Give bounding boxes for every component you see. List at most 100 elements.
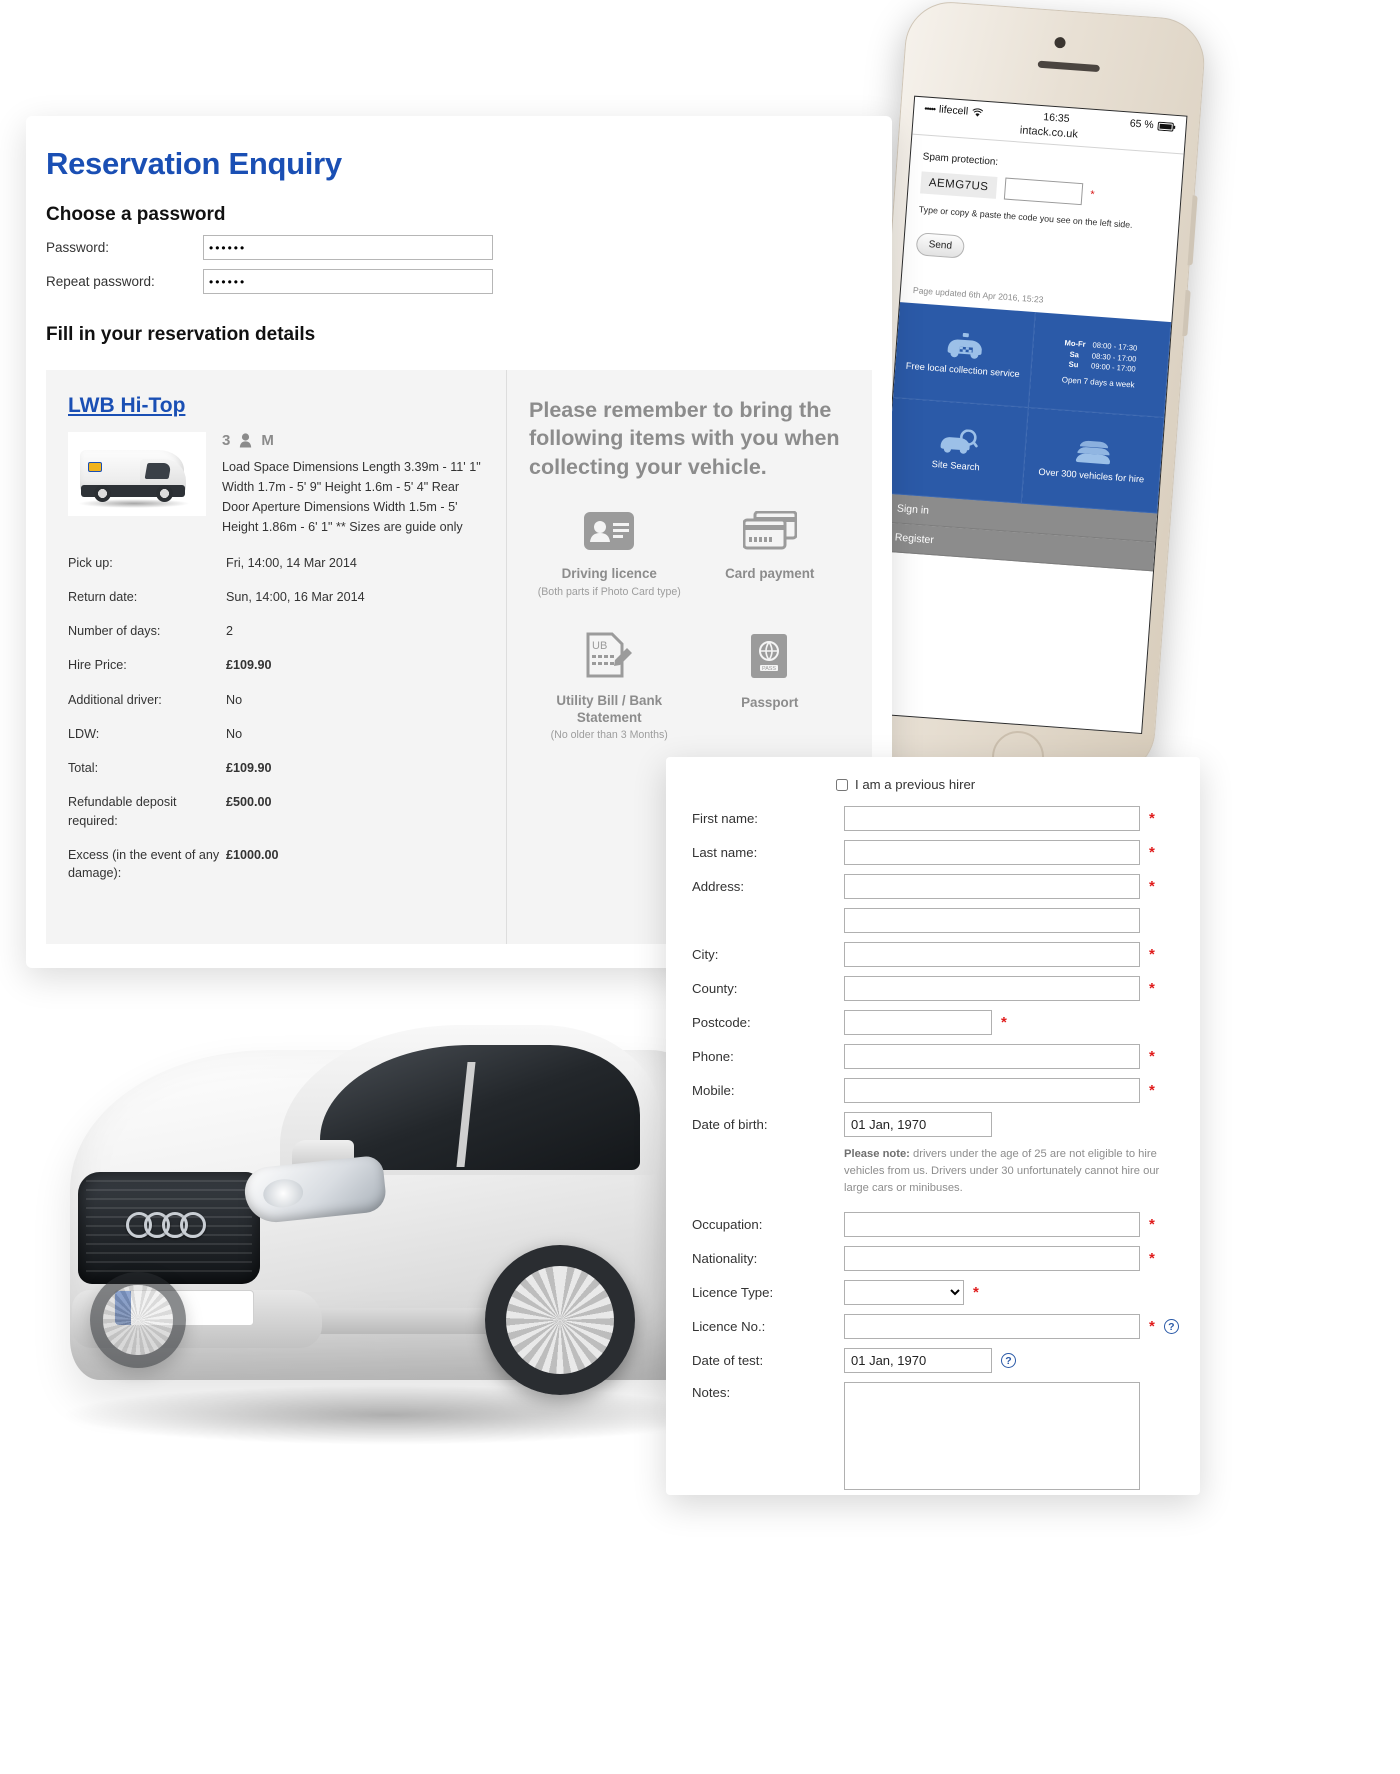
- van-rear-wheel: [94, 485, 111, 502]
- detail-value: £109.90: [226, 656, 272, 674]
- address-line1-input[interactable]: [844, 874, 1140, 899]
- password-input[interactable]: [203, 235, 493, 260]
- first-name-input[interactable]: [844, 806, 1140, 831]
- required-marker: *: [1149, 980, 1155, 997]
- opening-hours-table: Mo-Fr 08:00 - 17:30 Sa 08:30 - 17:00 Su …: [1063, 338, 1138, 374]
- address-line2-input[interactable]: [844, 908, 1140, 933]
- detail-value: 2: [226, 622, 233, 640]
- vehicle-description: Load Space Dimensions Length 3.39m - 11'…: [222, 458, 488, 538]
- detail-row-additional-driver: Additional driver: No: [68, 691, 488, 709]
- date-of-birth-input[interactable]: [844, 1112, 992, 1137]
- licence-type-select[interactable]: [844, 1280, 964, 1305]
- field-label: Mobile:: [692, 1083, 844, 1098]
- carrier-name: lifecell: [939, 104, 969, 118]
- required-marker: *: [1149, 946, 1155, 963]
- tile-label: Over 300 vehicles for hire: [1038, 466, 1145, 485]
- repeat-password-input[interactable]: [203, 269, 493, 294]
- required-marker: *: [1149, 878, 1155, 895]
- field-label: Address:: [692, 879, 844, 894]
- battery-percent: 65 %: [1129, 118, 1154, 132]
- field-label: City:: [692, 947, 844, 962]
- bring-item-name: Driving licence: [529, 565, 690, 582]
- tile-opening-hours[interactable]: Mo-Fr 08:00 - 17:30 Sa 08:30 - 17:00 Su …: [1029, 312, 1172, 418]
- car-search-icon: [936, 427, 980, 456]
- phone-screen: ••••• lifecell 16:35 65 % intack.co.uk: [869, 96, 1188, 734]
- vehicle-meta: 3 M Load Space Dimensions Length 3.39m -…: [222, 432, 488, 538]
- hours-day: Mo-Fr: [1064, 338, 1086, 349]
- field-row-date-of-test: Date of test: ?: [666, 1348, 1200, 1373]
- vehicle-seats: 3: [222, 432, 230, 449]
- field-row-last-name: Last name: *: [666, 840, 1200, 865]
- phone-mockup: ••••• lifecell 16:35 65 % intack.co.uk: [853, 0, 1238, 781]
- licence-no-input[interactable]: [844, 1314, 1140, 1339]
- tile-over-300-vehicles[interactable]: Over 300 vehicles for hire: [1022, 408, 1165, 514]
- password-row: Password:: [26, 226, 892, 260]
- hours-day: Sa: [1063, 349, 1085, 360]
- signal-dots-icon: •••••: [924, 103, 935, 114]
- detail-row-hire-price: Hire Price: £109.90: [68, 656, 488, 674]
- postcode-input[interactable]: [844, 1010, 992, 1035]
- tile-label: Site Search: [931, 458, 980, 473]
- bring-item-utility-bill: UB Utility Bill / Bank Statement (No old…: [529, 632, 690, 742]
- last-name-input[interactable]: [844, 840, 1140, 865]
- tile-label: Open 7 days a week: [1061, 375, 1134, 390]
- detail-value: £1000.00: [226, 846, 279, 883]
- help-question-icon[interactable]: ?: [1001, 1353, 1016, 1368]
- van-front-wheel: [156, 485, 173, 502]
- occupation-input[interactable]: [844, 1212, 1140, 1237]
- field-label: Licence Type:: [692, 1285, 844, 1300]
- bring-item-name: Utility Bill / Bank Statement: [529, 692, 690, 727]
- field-row-licence-no: Licence No.: * ?: [666, 1314, 1200, 1339]
- audi-car-photo: [30, 990, 760, 1510]
- field-label: First name:: [692, 811, 844, 826]
- nationality-input[interactable]: [844, 1246, 1140, 1271]
- vehicle-summary-row: 3 M Load Space Dimensions Length 3.39m -…: [68, 432, 488, 538]
- tile-site-search[interactable]: Site Search: [886, 398, 1029, 504]
- vehicle-transmission: M: [261, 432, 274, 449]
- detail-row-excess: Excess (in the event of any damage): £10…: [68, 846, 488, 883]
- vehicle-capacity: 3 M: [222, 432, 488, 449]
- captcha-input[interactable]: [1004, 178, 1083, 206]
- hours-time: 09:00 - 17:00: [1091, 361, 1136, 374]
- required-marker: *: [1149, 1048, 1155, 1065]
- hours-day: Su: [1063, 359, 1085, 370]
- detail-label: Total:: [68, 759, 226, 777]
- detail-label: LDW:: [68, 725, 226, 743]
- field-row-notes: Notes:: [666, 1382, 1200, 1490]
- detail-label: Additional driver:: [68, 691, 226, 709]
- detail-value: Fri, 14:00, 14 Mar 2014: [226, 554, 357, 572]
- notes-textarea[interactable]: [844, 1382, 1140, 1490]
- page-title: Reservation Enquiry: [26, 116, 892, 182]
- utility-bill-icon: UB: [585, 632, 633, 678]
- hirer-details-form-card: I am a previous hirer First name: * Last…: [666, 757, 1200, 1495]
- spam-help-text: Type or copy & paste the code you see on…: [918, 204, 1166, 234]
- detail-label: Excess (in the event of any damage):: [68, 846, 226, 883]
- date-of-birth-note: Please note: drivers under the age of 25…: [844, 1146, 1164, 1196]
- bring-item-sub: (No older than 3 Months): [529, 729, 690, 741]
- mobile-input[interactable]: [844, 1078, 1140, 1103]
- vehicle-name-link[interactable]: LWB Hi-Top: [68, 394, 185, 417]
- detail-row-ldw: LDW: No: [68, 725, 488, 743]
- taxi-icon: [943, 331, 987, 360]
- help-question-icon[interactable]: ?: [1164, 1319, 1179, 1334]
- detail-label: Return date:: [68, 588, 226, 606]
- repeat-password-label: Repeat password:: [46, 274, 203, 289]
- county-input[interactable]: [844, 976, 1140, 1001]
- van-window: [145, 463, 172, 479]
- phone-input[interactable]: [844, 1044, 1140, 1069]
- city-input[interactable]: [844, 942, 1140, 967]
- previous-hirer-checkbox[interactable]: [836, 779, 848, 791]
- passport-icon: PASS: [748, 632, 792, 680]
- field-label: Last name:: [692, 845, 844, 860]
- send-button[interactable]: Send: [916, 232, 966, 258]
- bring-item-sub: (Both parts if Photo Card type): [529, 586, 690, 598]
- detail-label: Refundable deposit required:: [68, 793, 226, 830]
- phone-tile-grid: Free local collection service Mo-Fr 08:0…: [886, 302, 1171, 513]
- date-of-test-input[interactable]: [844, 1348, 992, 1373]
- detail-value: £109.90: [226, 759, 272, 777]
- tile-free-local-collection[interactable]: Free local collection service: [893, 302, 1036, 408]
- required-marker: *: [973, 1284, 979, 1301]
- detail-row-return: Return date: Sun, 14:00, 16 Mar 2014: [68, 588, 488, 606]
- field-label: Notes:: [692, 1382, 844, 1400]
- person-icon: [239, 433, 252, 448]
